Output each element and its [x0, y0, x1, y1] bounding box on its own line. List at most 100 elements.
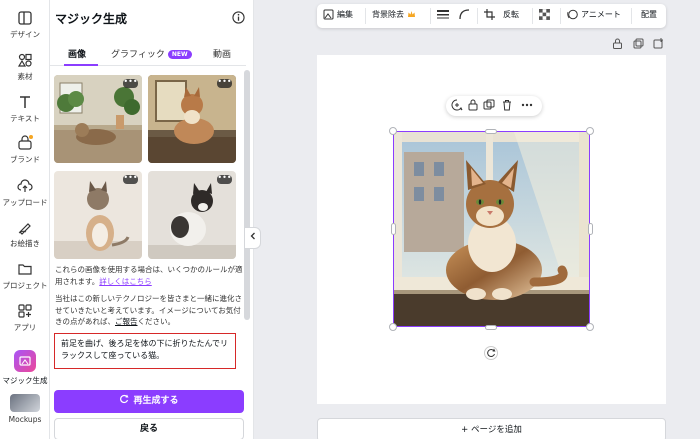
tab-graphic[interactable]: グラフィック NEW	[111, 47, 192, 60]
tab-graphic-label: グラフィック	[111, 50, 165, 60]
rail-item-design[interactable]: デザイン	[0, 10, 50, 40]
resize-handle-top-right[interactable]	[586, 127, 594, 135]
info-icon[interactable]	[232, 11, 245, 24]
usage-notice: これらの画像を使用する場合は、いくつかのルールが適用されます。詳しくはこちら	[55, 264, 245, 287]
more-options-button[interactable]: •••	[217, 78, 232, 88]
rail-label: ブランド	[10, 155, 40, 164]
generated-image-2-art	[148, 75, 236, 163]
corner-rounding-icon	[459, 9, 470, 20]
rail-label: Mockups	[8, 415, 42, 424]
resize-handle-bottom[interactable]	[485, 325, 497, 330]
text-icon	[20, 96, 30, 108]
resize-handle-right[interactable]	[588, 223, 593, 235]
rail-label: デザイン	[10, 30, 40, 39]
transparency-button[interactable]	[539, 9, 550, 20]
prompt-text-box[interactable]: 前足を曲げ、後ろ足を体の下に折りたたんでリラックスして座っている猫。	[54, 333, 236, 369]
brand-icon	[18, 135, 33, 150]
rail-label: アプリ	[13, 323, 37, 332]
apps-icon	[18, 304, 32, 318]
rail-item-draw[interactable]: お絵描き	[0, 219, 50, 249]
rail-item-mockups[interactable]: Mockups	[0, 394, 50, 425]
rail-item-text[interactable]: テキスト	[0, 94, 50, 124]
toolbar-divider	[560, 8, 561, 24]
draw-icon	[18, 223, 31, 235]
new-badge: NEW	[167, 50, 192, 59]
arrange-button[interactable]: 配置	[641, 9, 657, 20]
resize-handle-bottom-right[interactable]	[586, 323, 594, 331]
duplicate-icon[interactable]	[483, 99, 495, 111]
lock-icon[interactable]	[612, 38, 623, 49]
panel-tabs: 画像 グラフィック NEW 動画	[50, 44, 246, 66]
bg-remove-button[interactable]: 背景除去	[372, 9, 416, 20]
crop-button[interactable]	[484, 9, 495, 20]
report-link[interactable]: ご報告	[115, 317, 138, 326]
animate-label: アニメート	[581, 10, 621, 19]
regenerate-button[interactable]: 再生成する	[54, 390, 244, 413]
rail-item-apps[interactable]: アプリ	[0, 303, 50, 333]
animate-button[interactable]: アニメート	[567, 9, 621, 20]
generated-image-4[interactable]: •••	[148, 171, 236, 259]
left-rail: デザイン 素材 テキスト ブランド アップロード お絵描き プロジェクト アプリ…	[0, 0, 50, 439]
rail-label: プロジェクト	[2, 281, 48, 290]
rail-label: マジック生成	[2, 376, 48, 385]
resize-handle-left[interactable]	[391, 223, 396, 235]
generated-image-1-art	[54, 75, 142, 163]
more-options-button[interactable]: •••	[123, 78, 138, 88]
lock-element-icon[interactable]	[467, 99, 479, 111]
flip-button[interactable]: 反転	[503, 9, 519, 20]
generated-image-1[interactable]: •••	[54, 75, 142, 163]
image-edit-icon	[323, 9, 334, 20]
panel-scrollbar[interactable]	[244, 70, 250, 320]
resize-handle-bottom-left[interactable]	[389, 323, 397, 331]
back-button[interactable]: 戻る	[54, 418, 244, 439]
add-page-icon[interactable]	[653, 38, 664, 49]
rail-item-upload[interactable]: アップロード	[0, 178, 50, 208]
add-page-button[interactable]: + ページを追加	[317, 418, 666, 439]
feedback-notice-tail: ください。	[137, 317, 176, 326]
more-options-button[interactable]: •••	[217, 174, 232, 184]
rotate-icon	[487, 348, 496, 358]
border-style-button[interactable]	[437, 9, 449, 20]
edit-label: 編集	[337, 10, 353, 19]
edit-image-button[interactable]: 編集	[323, 9, 353, 20]
toolbar-divider	[631, 8, 632, 24]
rail-item-elements[interactable]: 素材	[0, 52, 50, 82]
collapse-panel-button[interactable]	[244, 227, 261, 249]
duplicate-page-icon[interactable]	[633, 38, 644, 49]
rail-item-projects[interactable]: プロジェクト	[0, 261, 50, 291]
rail-label: アップロード	[2, 198, 48, 207]
refresh-icon	[120, 394, 129, 404]
resize-handle-top[interactable]	[485, 129, 497, 134]
generated-image-3[interactable]: •••	[54, 171, 142, 259]
toolbar-divider	[532, 8, 533, 24]
magic-icon	[14, 350, 36, 372]
generated-image-2[interactable]: •••	[148, 75, 236, 163]
generated-image-3-art	[54, 171, 142, 259]
tab-video[interactable]: 動画	[213, 47, 231, 60]
resize-handle-top-left[interactable]	[389, 127, 397, 135]
more-options-button[interactable]: •••	[123, 174, 138, 184]
more-horizontal-icon[interactable]	[521, 99, 533, 111]
toolbar-divider	[365, 8, 366, 24]
rail-label: お絵描き	[10, 239, 40, 248]
bg-remove-label: 背景除去	[372, 10, 404, 19]
corner-rounding-button[interactable]	[459, 9, 470, 20]
rail-label: 素材	[17, 72, 33, 81]
rotate-button[interactable]	[484, 346, 498, 360]
rail-item-magic[interactable]: マジック生成	[0, 350, 50, 386]
mockups-icon	[10, 394, 40, 412]
folder-icon	[18, 264, 32, 275]
selected-cat-image[interactable]	[393, 131, 590, 327]
generated-image-4-art	[148, 171, 236, 259]
trash-icon[interactable]	[501, 99, 513, 111]
border-style-icon	[437, 10, 449, 19]
rail-item-brand[interactable]: ブランド	[0, 135, 50, 165]
toolbar-divider	[477, 8, 478, 24]
crop-icon	[484, 9, 495, 20]
tab-image[interactable]: 画像	[68, 47, 86, 60]
comment-add-icon[interactable]	[451, 99, 463, 111]
magic-generate-panel: マジック生成 画像 グラフィック NEW 動画 ••• ••• ••• ••• …	[50, 0, 254, 439]
elements-icon	[17, 53, 32, 67]
learn-more-link[interactable]: 詳しくはこちら	[99, 277, 152, 286]
image-toolbar: 編集 背景除去 反転 アニメート 配置	[317, 4, 666, 28]
